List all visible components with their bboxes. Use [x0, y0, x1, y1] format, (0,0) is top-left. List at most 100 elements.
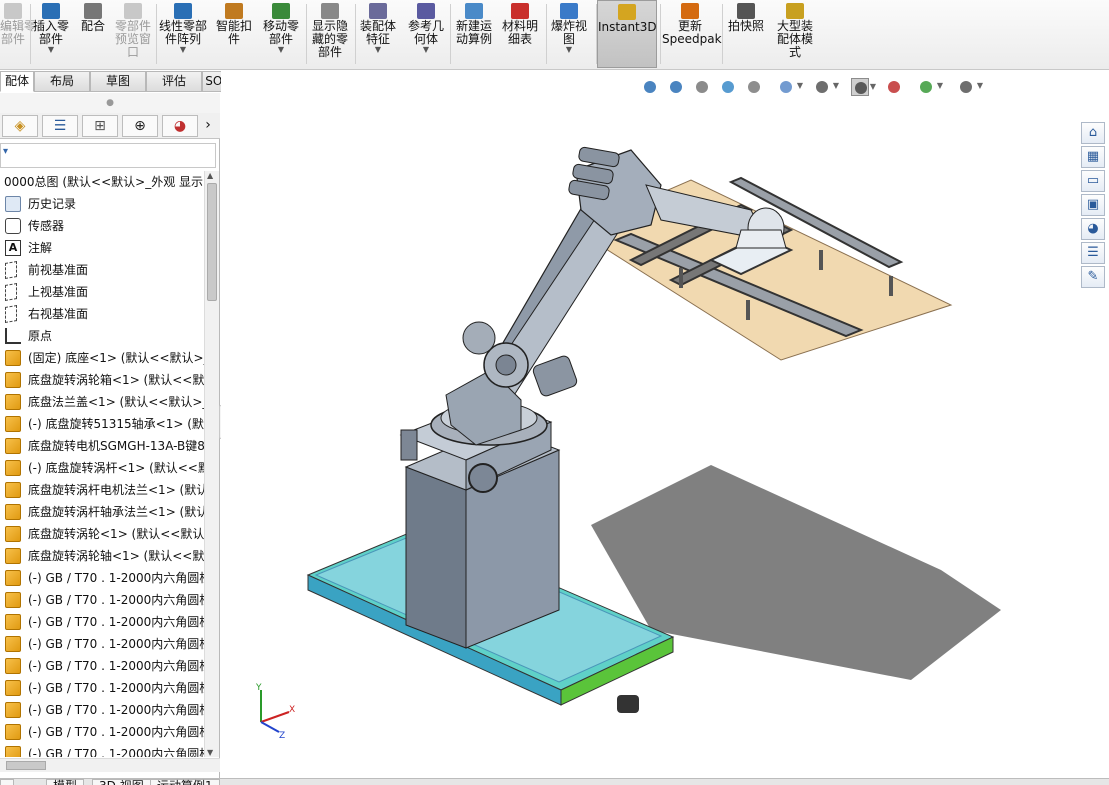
assembly-feature-icon	[369, 3, 387, 19]
tree-node[interactable]: (-) 底盘旋转51315轴承<1> (默认	[0, 413, 204, 435]
orientation-triad: Y X Z	[255, 683, 295, 741]
tree-node[interactable]: 底盘旋转涡轮箱<1> (默认<<默认	[0, 369, 204, 391]
tree-node[interactable]: A 注解	[0, 237, 204, 259]
part-icon	[5, 372, 21, 388]
tree-node[interactable]: (-) GB / T70 . 1-2000内六角圆柱	[0, 721, 204, 743]
tab-2[interactable]: 草图	[90, 71, 146, 92]
tree-node[interactable]: 底盘旋转涡轮轴<1> (默认<<默	[0, 545, 204, 567]
scroll-up-icon[interactable]: ▲	[207, 171, 213, 180]
new-motion-study-button[interactable]: 新建运 动算例	[452, 0, 496, 68]
chevron-down-icon[interactable]: ▼	[158, 46, 208, 54]
component-preview-button[interactable]: 零部件 预览窗 口	[112, 0, 154, 68]
large-assembly-icon	[786, 3, 804, 19]
feature-tree: 0000总图 (默认<<默认>_外观 显示历史记录 传感器 A 注解 前视基准面上视基准…	[0, 171, 204, 757]
tab-label: 布局	[49, 74, 74, 88]
tree-node[interactable]: (-) GB / T70 . 1-2000内六角圆柱	[0, 633, 204, 655]
tree-node[interactable]: (-) GB / T70 . 1-2000内六角圆柱	[0, 743, 204, 757]
scroll-thumb[interactable]	[207, 183, 217, 301]
reference-geometry-button[interactable]: 参考几 何体 ▼	[404, 0, 448, 68]
tree-node[interactable]: (-) GB / T70 . 1-2000内六角圆柱	[0, 655, 204, 677]
chevron-down-icon[interactable]: ▼	[357, 46, 399, 54]
snapshot-button[interactable]: 拍快照	[725, 0, 767, 68]
tree-node[interactable]: 历史记录	[0, 193, 204, 215]
tree-node[interactable]: 前视基准面	[0, 259, 204, 281]
instant3d-button[interactable]: Instant3D	[597, 0, 657, 68]
tree-node[interactable]: 底盘法兰盖<1> (默认<<默认>_	[0, 391, 204, 413]
chevron-down-icon[interactable]: ▼	[32, 46, 70, 54]
property-manager-icon[interactable]: ☰	[42, 115, 78, 137]
tree-node-label: 底盘旋转涡轮<1> (默认<<默认:	[28, 527, 204, 541]
tree-node-label: 0000总图 (默认<<默认>_外观 显示	[4, 175, 204, 189]
scroll-down-icon[interactable]: ▼	[207, 748, 213, 757]
ribbon-button-label: 配合	[80, 19, 105, 33]
tree-horizontal-scrollbar[interactable]	[0, 758, 220, 772]
tab-0[interactable]: 配体	[0, 71, 34, 92]
display-manager-icon[interactable]: ◕	[162, 115, 198, 137]
tree-node[interactable]: 底盘旋转电机SGMGH-13A-B键8	[0, 435, 204, 457]
tree-node-label: 原点	[28, 329, 53, 343]
tree-node[interactable]: (固定) 底座<1> (默认<<默认>_	[0, 347, 204, 369]
part-icon	[5, 614, 21, 630]
ribbon-button-label: 线性零部 件阵列	[158, 19, 207, 46]
tab-label: 配体	[4, 74, 29, 88]
tree-node[interactable]: 右视基准面	[0, 303, 204, 325]
mate-button[interactable]: 配合	[78, 0, 108, 68]
robot-arm-model[interactable]	[221, 70, 1109, 778]
linear-pattern-button[interactable]: 线性零部 件阵列 ▼	[158, 0, 208, 68]
speedpak-button[interactable]: 更新 Speedpak	[662, 0, 722, 68]
tree-node[interactable]: (-) GB / T70 . 1-2000内六角圆柱	[0, 677, 204, 699]
tree-node[interactable]: 传感器	[0, 215, 204, 237]
insert-component-button[interactable]: 插入零 部件 ▼	[32, 0, 70, 68]
configuration-manager-icon[interactable]: ⊞	[82, 115, 118, 137]
panel-grip[interactable]: ●	[0, 93, 220, 113]
part-icon	[5, 416, 21, 432]
bottom-tab-2[interactable]: 3D 视图	[92, 779, 151, 785]
part-icon	[5, 526, 21, 542]
more-tabs-icon[interactable]: ›	[200, 115, 216, 137]
ribbon-button-label: 更新 Speedpak	[662, 19, 722, 46]
smart-fastener-button[interactable]: 智能扣 件	[214, 0, 254, 68]
column-front	[405, 466, 467, 649]
tree-node[interactable]: 上视基准面	[0, 281, 204, 303]
move-component-icon	[272, 3, 290, 19]
tree-node[interactable]: (-) 底盘旋转涡杆<1> (默认<<默	[0, 457, 204, 479]
tab-3[interactable]: 评估	[146, 71, 202, 92]
tree-node[interactable]: 底盘旋转涡杆轴承法兰<1> (默认	[0, 501, 204, 523]
bottom-tab-nav[interactable]	[0, 779, 14, 785]
ribbon-button-label: 装配体 特征	[359, 19, 396, 46]
show-hidden-button[interactable]: 显示隐 藏的零 部件	[308, 0, 352, 68]
tree-node[interactable]: (-) GB / T70 . 1-2000内六角圆柱	[0, 567, 204, 589]
chevron-down-icon[interactable]: ▼	[550, 46, 588, 54]
assembly-feature-button[interactable]: 装配体 特征 ▼	[357, 0, 399, 68]
column-port	[400, 429, 418, 461]
move-component-button[interactable]: 移动零 部件 ▼	[260, 0, 302, 68]
chevron-down-icon[interactable]: ▼	[404, 46, 448, 54]
chevron-down-icon[interactable]: ▼	[260, 46, 302, 54]
bom-button[interactable]: 材料明 细表	[500, 0, 540, 68]
bottom-tab-3[interactable]: 运动算例1	[150, 779, 220, 785]
edit-part-button[interactable]: 编辑零 部件	[0, 0, 36, 68]
hscroll-thumb[interactable]	[6, 761, 46, 770]
large-assembly-button[interactable]: 大型装 配体模 式	[773, 0, 817, 68]
graphics-area[interactable]: ▼ ▼ ▼ ▼ ▼ ⌂ ▦ ▭ ▣ ◕ ☰ ✎ Y X Z	[221, 70, 1109, 778]
tree-node[interactable]: 原点	[0, 325, 204, 347]
bottom-tab-1[interactable]: 模型	[46, 779, 85, 785]
tree-node-label: 上视基准面	[28, 285, 89, 299]
tree-node[interactable]: (-) GB / T70 . 1-2000内六角圆柱	[0, 589, 204, 611]
filter-icon[interactable]: ▾	[3, 146, 8, 157]
exploded-view-button[interactable]: 爆炸视 图 ▼	[550, 0, 588, 68]
tree-filter[interactable]: ▾	[0, 143, 216, 168]
tree-node[interactable]: (-) GB / T70 . 1-2000内六角圆柱	[0, 611, 204, 633]
component-preview-icon	[124, 3, 142, 19]
dimxpert-icon[interactable]: ⊕	[122, 115, 158, 137]
speedpak-icon	[681, 3, 699, 19]
annotation-icon: A	[5, 240, 21, 256]
tree-vertical-scrollbar[interactable]: ▲ ▼	[204, 171, 219, 757]
feature-manager-icon[interactable]: ◈	[2, 115, 38, 137]
tab-1[interactable]: 布局	[34, 71, 90, 92]
tree-node[interactable]: 底盘旋转涡轮<1> (默认<<默认:	[0, 523, 204, 545]
part-icon	[5, 658, 21, 674]
tree-node[interactable]: (-) GB / T70 . 1-2000内六角圆柱	[0, 699, 204, 721]
tree-node[interactable]: 0000总图 (默认<<默认>_外观 显示	[0, 171, 204, 193]
tree-node[interactable]: 底盘旋转涡杆电机法兰<1> (默认	[0, 479, 204, 501]
